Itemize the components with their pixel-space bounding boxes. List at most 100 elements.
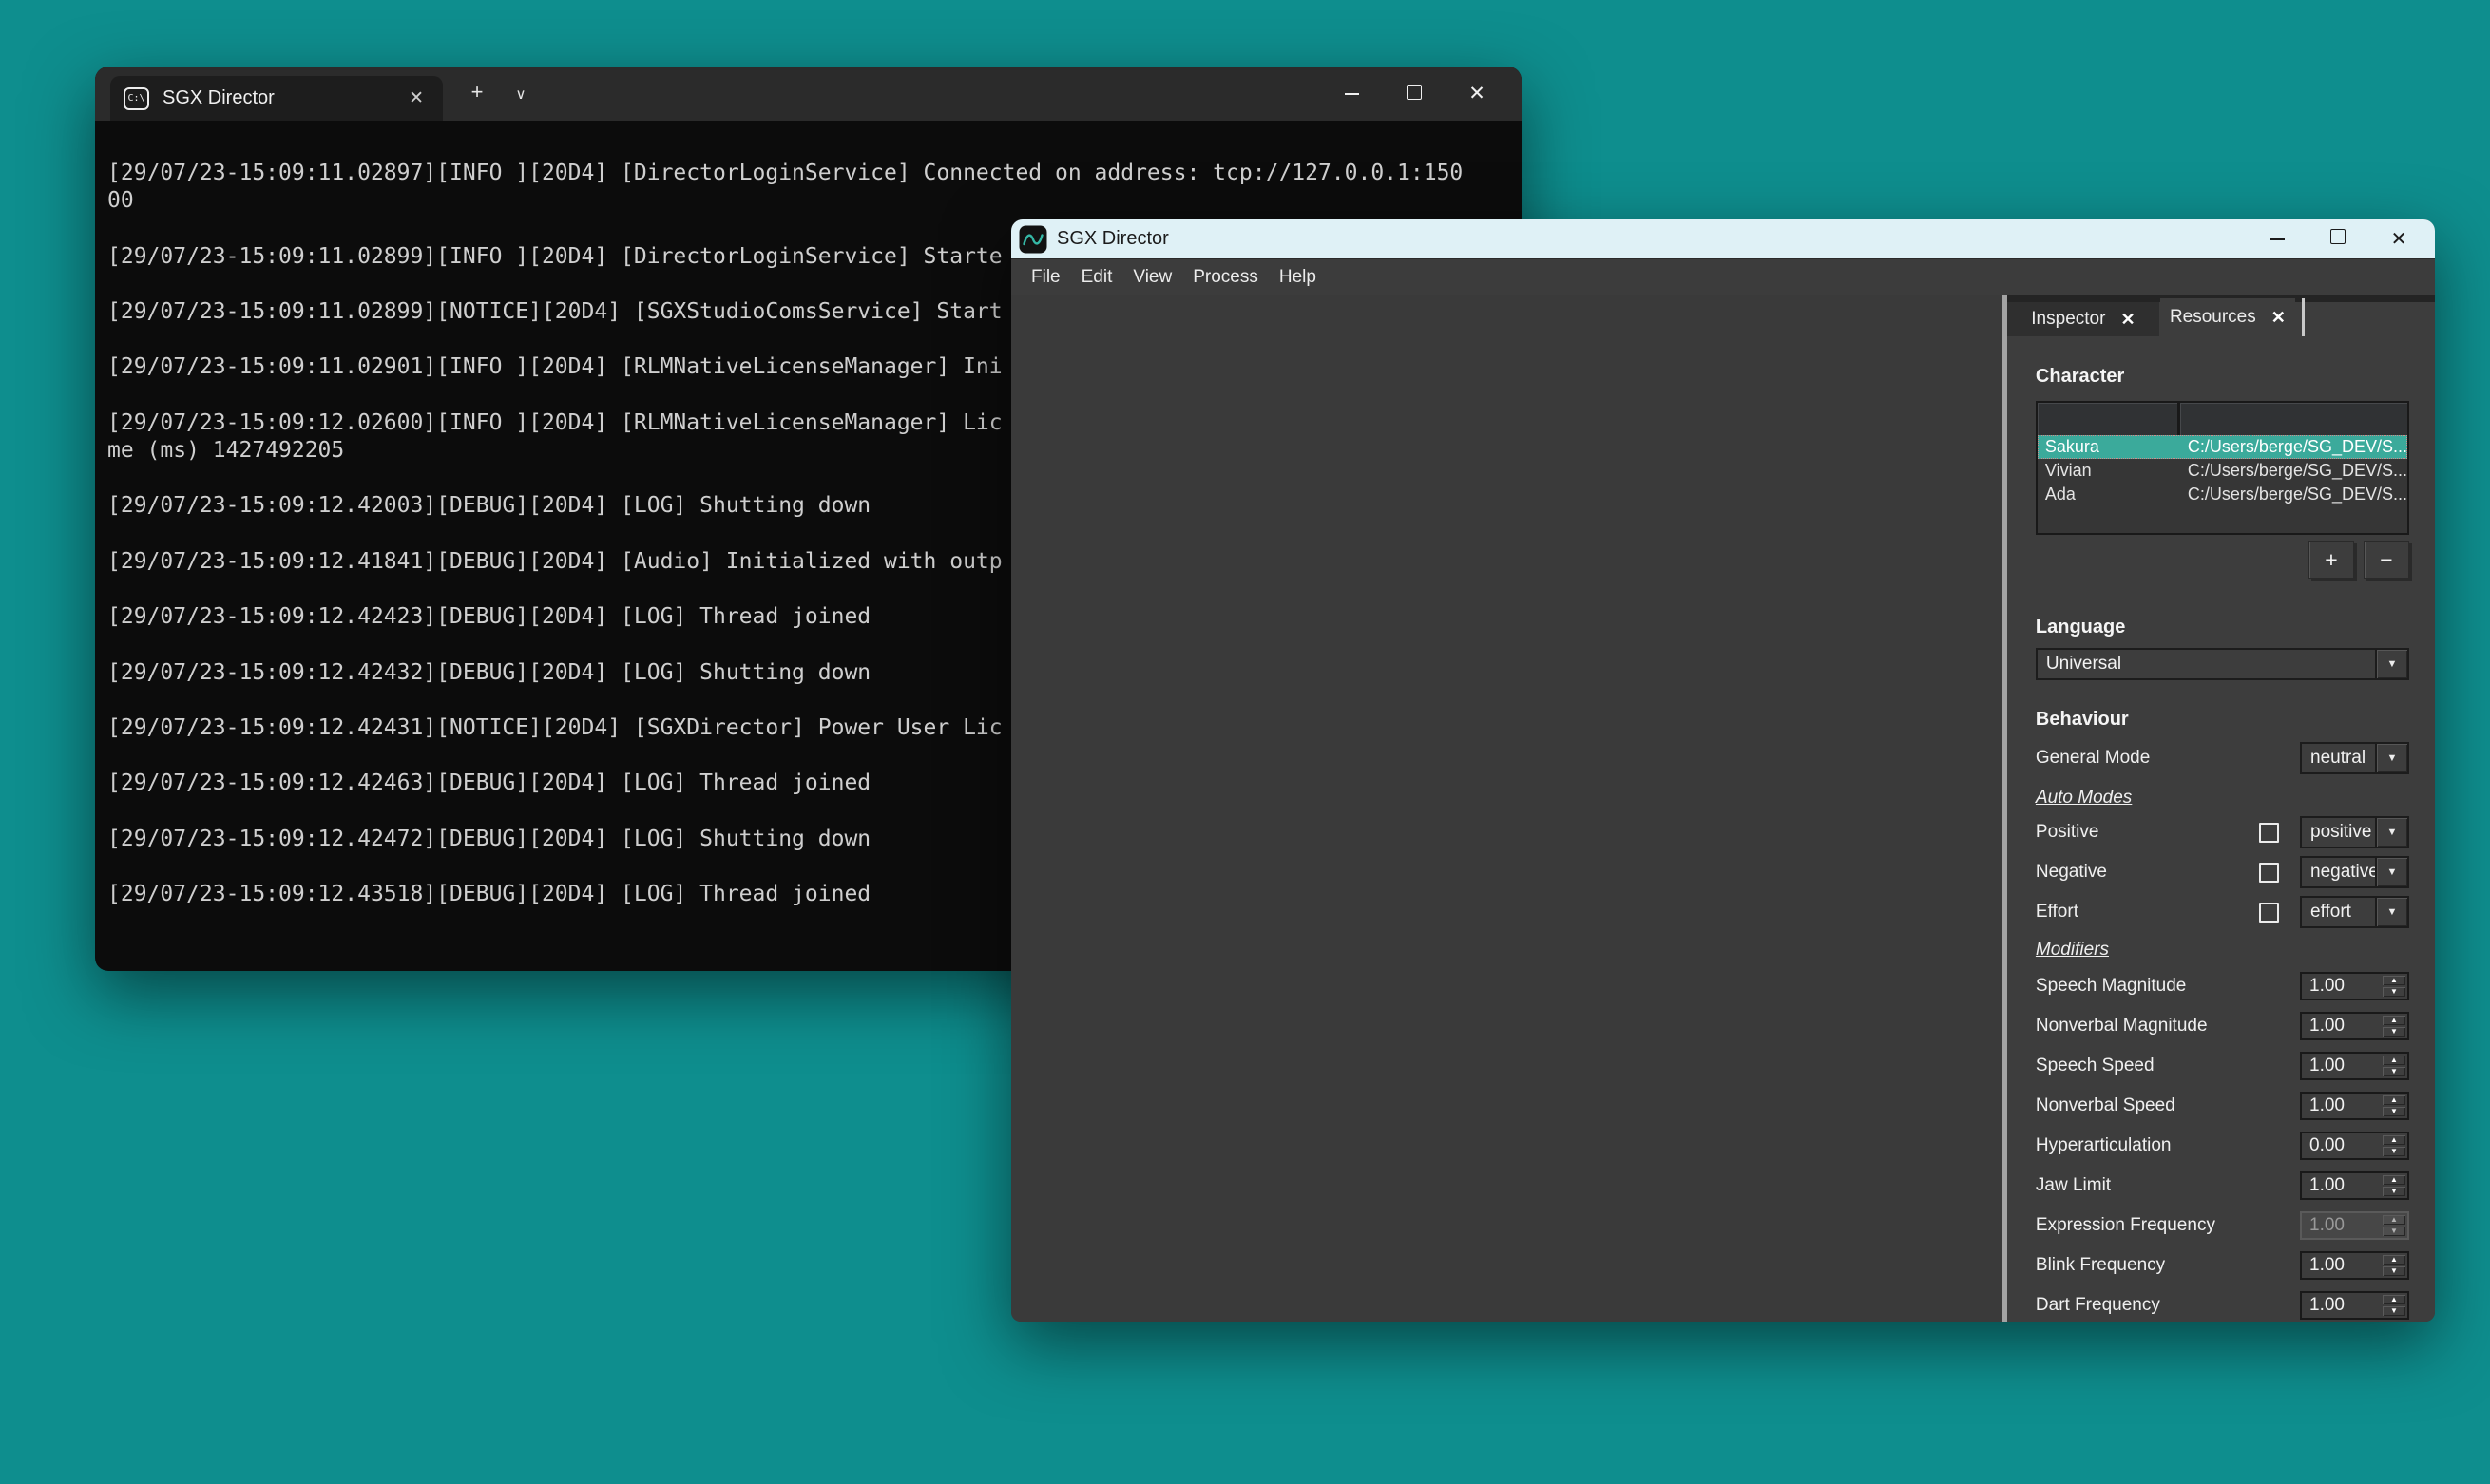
character-path: C:/Users/berge/SG_DEV/S... xyxy=(2180,437,2407,457)
terminal-minimize-button[interactable] xyxy=(1320,83,1383,105)
character-row-ada[interactable]: Ada C:/Users/berge/SG_DEV/S... xyxy=(2038,483,2407,506)
tab-dropdown-icon[interactable]: ∨ xyxy=(504,86,538,103)
general-mode-select[interactable]: neutral ▼ xyxy=(2300,742,2409,774)
spin-down-button[interactable]: ▼ xyxy=(2383,1147,2405,1156)
modifier-label: Speech Speed xyxy=(2036,1056,2300,1076)
effort-select[interactable]: effort ▼ xyxy=(2300,896,2409,928)
app-title: SGX Director xyxy=(1057,228,2247,250)
terminal-tab-close-icon[interactable]: ✕ xyxy=(403,87,430,109)
right-panel: Inspector ✕ Resources ✕ Character xyxy=(2007,295,2435,1322)
tab-resources-close-icon[interactable]: ✕ xyxy=(2271,308,2286,328)
spin-up-button[interactable]: ▲ xyxy=(2383,1295,2405,1304)
remove-character-button[interactable]: − xyxy=(2364,541,2409,579)
spin-value: 1.00 xyxy=(2302,1173,2381,1198)
dropdown-button[interactable]: ▼ xyxy=(2375,898,2407,926)
character-table-header-path[interactable] xyxy=(2180,403,2407,435)
spin-down-button: ▼ xyxy=(2383,1227,2405,1236)
new-tab-button[interactable]: + xyxy=(460,80,494,105)
terminal-tab[interactable]: C:\ SGX Director ✕ xyxy=(110,76,443,121)
language-heading: Language xyxy=(2036,617,2409,638)
main-viewport[interactable] xyxy=(1011,295,2002,1322)
spin-up-button[interactable]: ▲ xyxy=(2383,1095,2405,1105)
character-row-sakura[interactable]: Sakura C:/Users/berge/SG_DEV/S... xyxy=(2038,435,2407,459)
spin-up-button[interactable]: ▲ xyxy=(2383,1255,2405,1265)
blink-frequency-spinbox[interactable]: 1.00 ▲▼ xyxy=(2300,1251,2409,1280)
speech-magnitude-spinbox[interactable]: 1.00 ▲ ▼ xyxy=(2300,972,2409,1000)
menu-help[interactable]: Help xyxy=(1269,267,1327,288)
spin-value: 1.00 xyxy=(2302,1094,2381,1118)
auto-mode-label: Effort xyxy=(2036,902,2259,923)
spin-down-button[interactable]: ▼ xyxy=(2383,1027,2405,1037)
command-prompt-icon: C:\ xyxy=(124,87,149,110)
spin-up-button[interactable]: ▲ xyxy=(2383,1175,2405,1185)
spin-down-button[interactable]: ▼ xyxy=(2383,1187,2405,1196)
spin-up-button[interactable]: ▲ xyxy=(2383,1056,2405,1065)
positive-checkbox[interactable] xyxy=(2259,823,2279,843)
modifier-row-nonverbal-speed: Nonverbal Speed 1.00 ▲ ▼ xyxy=(2036,1092,2409,1120)
add-character-button[interactable]: + xyxy=(2308,541,2354,579)
effort-checkbox[interactable] xyxy=(2259,903,2279,923)
chevron-down-icon: ▼ xyxy=(2387,827,2398,838)
jaw-limit-spinbox[interactable]: 1.00 ▲ ▼ xyxy=(2300,1171,2409,1200)
chevron-down-icon: ▼ xyxy=(2387,866,2398,878)
language-select[interactable]: Universal ▼ xyxy=(2036,648,2409,680)
spin-up-button[interactable]: ▲ xyxy=(2383,1135,2405,1145)
auto-mode-row-negative: Negative negative ▼ xyxy=(2036,856,2409,888)
menu-process[interactable]: Process xyxy=(1182,267,1269,288)
spin-value: 0.00 xyxy=(2302,1133,2381,1158)
tab-inspector-close-icon[interactable]: ✕ xyxy=(2120,310,2135,330)
character-row-vivian[interactable]: Vivian C:/Users/berge/SG_DEV/S... xyxy=(2038,459,2407,483)
dropdown-button[interactable]: ▼ xyxy=(2375,650,2407,678)
menu-file[interactable]: File xyxy=(1021,267,1071,288)
spin-value: 1.00 xyxy=(2302,1253,2381,1278)
dropdown-button[interactable]: ▼ xyxy=(2375,858,2407,886)
spin-up-button[interactable]: ▲ xyxy=(2383,976,2405,985)
tab-inspector-label: Inspector xyxy=(2031,309,2105,330)
spin-down-button[interactable]: ▼ xyxy=(2383,1306,2405,1316)
negative-value: negative xyxy=(2302,858,2375,886)
spin-down-button[interactable]: ▼ xyxy=(2383,987,2405,997)
app-maximize-button[interactable] xyxy=(2308,228,2368,250)
app-minimize-button[interactable] xyxy=(2247,228,2308,250)
spin-value: 1.00 xyxy=(2302,1213,2381,1238)
dropdown-button[interactable]: ▼ xyxy=(2375,818,2407,847)
tab-inspector[interactable]: Inspector ✕ xyxy=(2007,302,2159,336)
chevron-down-icon: ▼ xyxy=(2387,658,2398,670)
spin-down-button[interactable]: ▼ xyxy=(2383,1107,2405,1116)
app-close-button[interactable]: ✕ xyxy=(2368,227,2429,251)
character-heading: Character xyxy=(2036,366,2409,388)
nonverbal-speed-spinbox[interactable]: 1.00 ▲ ▼ xyxy=(2300,1092,2409,1120)
terminal-maximize-button[interactable] xyxy=(1383,83,1446,105)
spin-up-button[interactable]: ▲ xyxy=(2383,1016,2405,1025)
negative-checkbox[interactable] xyxy=(2259,863,2279,883)
panel-tabstrip: Inspector ✕ Resources ✕ xyxy=(2007,295,2435,336)
modifier-label: Nonverbal Speed xyxy=(2036,1095,2300,1116)
character-table: Sakura C:/Users/berge/SG_DEV/S... Vivian… xyxy=(2036,401,2409,535)
character-name: Ada xyxy=(2038,485,2180,504)
terminal-titlebar[interactable]: C:\ SGX Director ✕ + ∨ ✕ xyxy=(95,67,1522,121)
dropdown-button[interactable]: ▼ xyxy=(2375,744,2407,772)
dart-frequency-spinbox[interactable]: 1.00 ▲▼ xyxy=(2300,1291,2409,1320)
effort-value: effort xyxy=(2302,898,2375,926)
spin-value: 1.00 xyxy=(2302,974,2381,999)
menu-edit[interactable]: Edit xyxy=(1071,267,1123,288)
menu-view[interactable]: View xyxy=(1122,267,1182,288)
speech-speed-spinbox[interactable]: 1.00 ▲▼ xyxy=(2300,1052,2409,1080)
modifier-label: Dart Frequency xyxy=(2036,1295,2300,1316)
positive-select[interactable]: positive ▼ xyxy=(2300,816,2409,848)
modifier-row-speech-magnitude: Speech Magnitude 1.00 ▲▼ xyxy=(2036,972,2409,1000)
character-actions: + − xyxy=(2036,541,2409,579)
character-name: Sakura xyxy=(2038,437,2180,457)
modifier-row-blink-frequency: Blink Frequency 1.00 ▲▼ xyxy=(2036,1251,2409,1280)
app-titlebar[interactable]: SGX Director ✕ xyxy=(1011,219,2435,258)
tab-resources[interactable]: Resources ✕ xyxy=(2160,298,2295,336)
terminal-close-button[interactable]: ✕ xyxy=(1446,82,1508,105)
spin-down-button[interactable]: ▼ xyxy=(2383,1067,2405,1076)
spin-down-button[interactable]: ▼ xyxy=(2383,1266,2405,1276)
nonverbal-magnitude-spinbox[interactable]: 1.00 ▲▼ xyxy=(2300,1012,2409,1040)
panel-content: Character Sakura C:/Users/berge/SG_DEV/S… xyxy=(2007,336,2435,1320)
character-table-header-name[interactable] xyxy=(2038,403,2180,435)
positive-value: positive xyxy=(2302,818,2375,847)
hyperarticulation-spinbox[interactable]: 0.00 ▲ ▼ xyxy=(2300,1132,2409,1160)
negative-select[interactable]: negative ▼ xyxy=(2300,856,2409,888)
